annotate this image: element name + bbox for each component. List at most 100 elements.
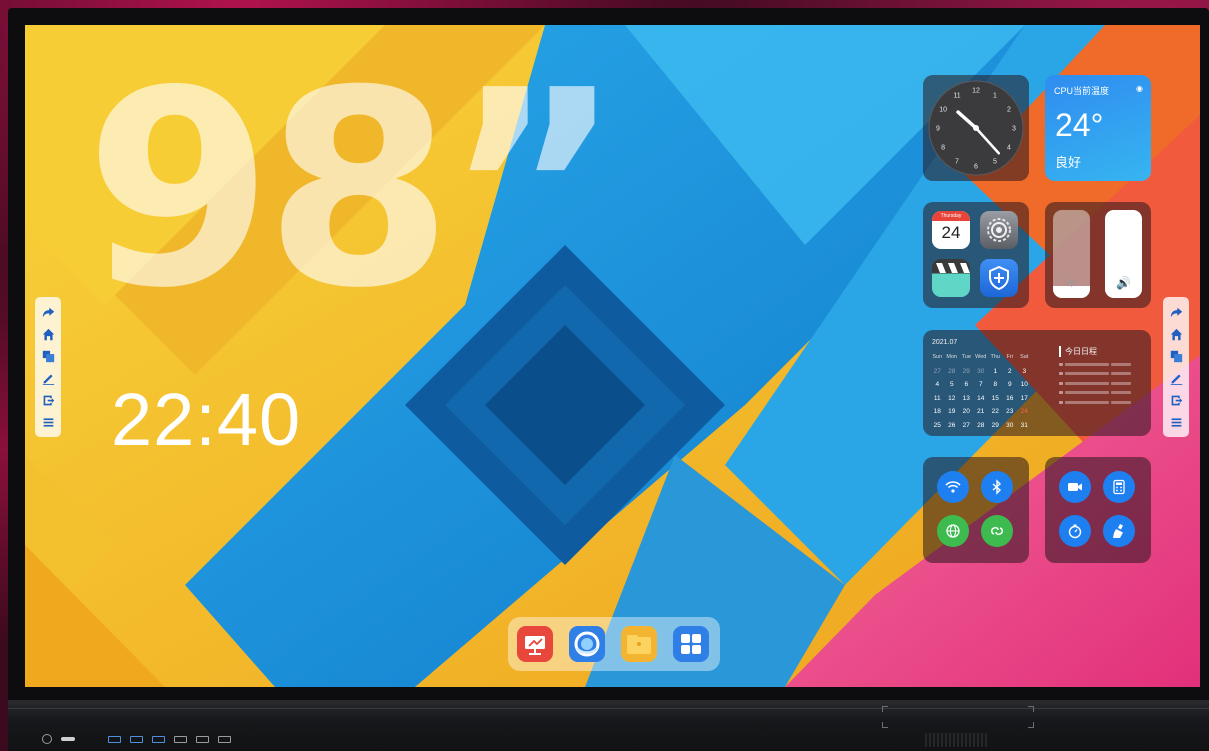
home-icon[interactable] (1168, 326, 1184, 342)
calendar-day-cell[interactable]: 29 (959, 365, 974, 379)
calendar-day-cell[interactable]: 21 (974, 405, 989, 419)
schedule-item[interactable] (1059, 371, 1143, 376)
bluetooth-icon[interactable] (981, 471, 1013, 503)
pen-icon[interactable] (40, 370, 56, 386)
calendar-day-cell[interactable]: 2 (1003, 365, 1018, 379)
timer-icon[interactable] (1059, 515, 1091, 547)
schedule-item[interactable] (1059, 381, 1143, 386)
calendar-day-cell[interactable]: 30 (1003, 419, 1018, 433)
screen-size-watermark: 98” (85, 32, 622, 347)
wifi-icon[interactable] (937, 471, 969, 503)
calendar-day-cell[interactable]: 18 (930, 405, 945, 419)
calendar-day-cell[interactable]: 8 (988, 378, 1003, 392)
security-shield-icon[interactable] (980, 259, 1018, 297)
clock-numeral: 11 (953, 93, 960, 100)
windows-icon[interactable] (40, 348, 56, 364)
calendar-day-cell[interactable]: 5 (945, 378, 960, 392)
calendar-day-cell[interactable]: 13 (959, 392, 974, 406)
calendar-day-cell[interactable]: 23 (1003, 405, 1018, 419)
calendar-day-cell[interactable]: 4 (930, 378, 945, 392)
calendar-day-cell[interactable]: 11 (930, 392, 945, 406)
calendar-day-cell[interactable]: 28 (945, 365, 960, 379)
apps-grid-icon[interactable] (673, 626, 709, 662)
calendar-day-cell[interactable]: 3 (1017, 365, 1032, 379)
calendar-day-cell[interactable]: 29 (988, 419, 1003, 433)
eye-icon: ◉ (1136, 84, 1143, 93)
whiteboard-app-icon[interactable] (517, 626, 553, 662)
calendar-day-cell[interactable]: 27 (930, 365, 945, 379)
browser-app-icon[interactable] (569, 626, 605, 662)
calendar-day-cell[interactable]: 15 (988, 392, 1003, 406)
files-app-icon[interactable] (621, 626, 657, 662)
weekday-header: Thu (990, 354, 1000, 360)
calendar-day-cell[interactable]: 30 (974, 365, 989, 379)
hotspot-icon[interactable] (981, 515, 1013, 547)
weekday-header: Sat (1020, 354, 1029, 360)
windows-icon[interactable] (1168, 348, 1184, 364)
schedule-item[interactable] (1059, 390, 1143, 395)
calendar-day-cell[interactable]: 20 (959, 405, 974, 419)
calendar-day-cell[interactable]: 1 (988, 365, 1003, 379)
cpu-temperature-widget[interactable]: CPU当前温度 ◉ 24° 良好 (1045, 75, 1151, 181)
clock-numeral: 3 (1012, 126, 1016, 133)
power-button-icon[interactable] (42, 734, 52, 744)
calendar-day-cell[interactable]: 26 (945, 419, 960, 433)
clock-numeral: 12 (972, 88, 980, 95)
hdmi-port (196, 735, 209, 743)
clock-numeral: 4 (1007, 145, 1011, 152)
type-c-port (174, 735, 187, 743)
calculator-icon[interactable] (1103, 471, 1135, 503)
calendar-day-cell[interactable]: 24 (1017, 405, 1032, 419)
calendar-day-cell[interactable]: 17 (1017, 392, 1032, 406)
clock-numeral: 9 (936, 126, 940, 133)
calendar-day-cell[interactable]: 28 (974, 419, 989, 433)
usb-port (108, 735, 121, 743)
home-icon[interactable] (40, 326, 56, 342)
calendar-icon[interactable]: Thursday 24 (932, 211, 970, 249)
calendar-day-cell[interactable]: 25 (930, 419, 945, 433)
schedule-item[interactable] (1059, 362, 1143, 367)
brightness-slider[interactable]: ☀ (1053, 210, 1090, 298)
calendar-day-cell[interactable]: 19 (945, 405, 960, 419)
calendar-day-cell[interactable]: 10 (1017, 378, 1032, 392)
share-arrow-icon[interactable] (1168, 304, 1184, 320)
front-ports (42, 734, 231, 744)
calendar-day-cell[interactable]: 14 (974, 392, 989, 406)
weekday-header: Sun (932, 354, 943, 360)
exit-icon[interactable] (1168, 392, 1184, 408)
tools-widget (1045, 457, 1151, 563)
exit-icon[interactable] (40, 392, 56, 408)
right-toolbar (1163, 297, 1189, 437)
analog-clock-widget[interactable]: 12 1 2 3 4 5 6 7 8 9 10 11 (923, 75, 1029, 181)
calendar-day-cell[interactable]: 9 (1003, 378, 1018, 392)
video-clapper-icon[interactable] (932, 259, 970, 297)
calendar-day-cell[interactable]: 7 (974, 378, 989, 392)
speaker-grille (925, 733, 987, 747)
calendar-day-cell[interactable]: 16 (1003, 392, 1018, 406)
cpu-temp-value: 24° (1055, 107, 1104, 143)
menu-icon[interactable] (40, 414, 56, 430)
calendar-day-cell[interactable]: 6 (959, 378, 974, 392)
weekday-header: Wed (975, 354, 987, 360)
cleaner-icon[interactable] (1103, 515, 1135, 547)
calendar-day-cell[interactable]: 12 (945, 392, 960, 406)
pen-icon[interactable] (1168, 370, 1184, 386)
left-toolbar (35, 297, 61, 437)
settings-icon[interactable] (980, 211, 1018, 249)
menu-icon[interactable] (1168, 414, 1184, 430)
app-shortcuts-widget: Thursday 24 (923, 202, 1029, 308)
schedule-item[interactable] (1059, 400, 1143, 405)
usb-port (130, 735, 143, 743)
clock-numeral: 2 (1007, 107, 1011, 114)
speaker-icon: 🔊 (1116, 276, 1131, 290)
globe-icon[interactable] (937, 515, 969, 547)
camera-sensor-area (882, 706, 1034, 728)
calendar-day-cell[interactable]: 27 (959, 419, 974, 433)
volume-slider[interactable]: 🔊 (1105, 210, 1142, 298)
share-arrow-icon[interactable] (40, 304, 56, 320)
calendar-day-cell[interactable]: 31 (1017, 419, 1032, 433)
video-camera-icon[interactable] (1059, 471, 1091, 503)
calendar-widget[interactable]: 2021.07 Sun Mon Tue Wed Thu Fri Sat 27 28 29 30 1 2 3… (923, 330, 1151, 436)
calendar-day-cell[interactable]: 22 (988, 405, 1003, 419)
calendar-month: 2021.07 (932, 339, 958, 346)
